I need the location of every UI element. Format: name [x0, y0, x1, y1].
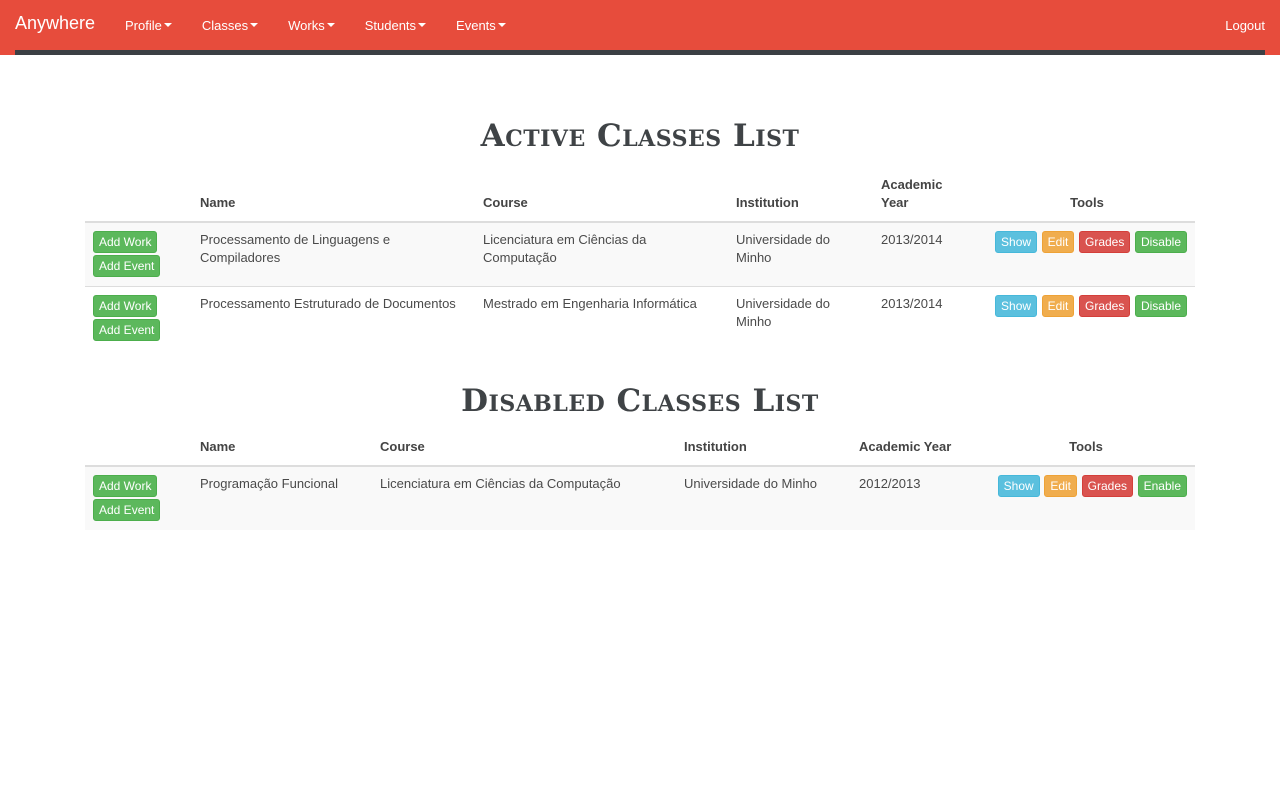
grades-button[interactable]: Grades: [1078, 231, 1131, 253]
show-button[interactable]: Show: [995, 295, 1038, 317]
name-header: Name: [192, 432, 372, 467]
class-institution: Universidade do Minho: [728, 222, 873, 287]
add-work-button[interactable]: Add Work: [93, 231, 158, 253]
class-institution: Universidade do Minho: [676, 466, 851, 530]
logout-link[interactable]: Logout: [1225, 0, 1265, 50]
add-work-button[interactable]: Add Work: [93, 475, 158, 497]
course-header: Course: [475, 170, 728, 223]
nav-events-dropdown[interactable]: Events: [441, 0, 521, 50]
brand-link[interactable]: Anywhere: [15, 13, 95, 34]
active-classes-title: Active Classes List: [480, 118, 800, 154]
add-event-button[interactable]: Add Event: [93, 319, 161, 341]
caret-down-icon: [497, 23, 506, 27]
row-actions: Add Work Add Event: [85, 222, 192, 287]
class-year: 2013/2014: [873, 286, 979, 350]
row-actions: Add Work Add Event: [85, 466, 192, 530]
edit-button[interactable]: Edit: [1041, 295, 1075, 317]
nav-works-label: Works: [288, 17, 325, 33]
row-tools: Show Edit Grades Disable: [979, 222, 1195, 287]
caret-down-icon: [326, 23, 335, 27]
year-header: Academic Year: [873, 170, 979, 223]
grades-button[interactable]: Grades: [1078, 295, 1131, 317]
actions-header: [85, 432, 192, 467]
class-name: Processamento Estruturado de Documentos: [192, 286, 475, 350]
nav-profile-dropdown[interactable]: Profile: [110, 0, 187, 50]
class-name: Processamento de Linguagens e Compilador…: [192, 222, 475, 287]
tools-header: Tools: [977, 432, 1195, 467]
nav-menu: Profile Classes Works Students Events: [110, 0, 521, 50]
nav-profile-label: Profile: [125, 17, 162, 33]
grades-button[interactable]: Grades: [1081, 475, 1133, 497]
disabled-classes-title: Disabled Classes List: [461, 383, 819, 419]
nav-works-dropdown[interactable]: Works: [273, 0, 350, 50]
caret-down-icon: [250, 23, 259, 27]
name-header: Name: [192, 170, 475, 223]
year-header: Academic Year: [851, 432, 977, 467]
disabled-classes-table: Name Course Institution Academic Year To…: [85, 432, 1195, 530]
disable-button[interactable]: Disable: [1134, 231, 1187, 253]
row-tools: Show Edit Grades Enable: [977, 466, 1195, 530]
nav-classes-dropdown[interactable]: Classes: [187, 0, 273, 50]
actions-header: [85, 170, 192, 223]
tools-header: Tools: [979, 170, 1195, 223]
table-row: Add Work Add Event Processamento Estrutu…: [85, 286, 1195, 350]
row-tools: Show Edit Grades Disable: [979, 286, 1195, 350]
add-event-button[interactable]: Add Event: [93, 499, 161, 521]
show-button[interactable]: Show: [997, 475, 1040, 497]
class-institution: Universidade do Minho: [728, 286, 873, 350]
class-course: Licenciatura em Ciências da Computação: [372, 466, 676, 530]
navbar-divider: [15, 50, 1265, 55]
table-row: Add Work Add Event Processamento de Ling…: [85, 222, 1195, 287]
nav-classes-label: Classes: [201, 17, 249, 33]
nav-students-dropdown[interactable]: Students: [350, 0, 441, 50]
institution-header: Institution: [728, 170, 873, 223]
class-name: Programação Funcional: [192, 466, 372, 530]
class-course: Mestrado em Engenharia Informática: [475, 286, 728, 350]
nav-events-label: Events: [456, 17, 496, 33]
class-year: 2013/2014: [873, 222, 979, 287]
add-event-button[interactable]: Add Event: [93, 255, 161, 277]
class-year: 2012/2013: [851, 466, 977, 530]
class-course: Licenciatura em Ciências da Computação: [475, 222, 728, 287]
show-button[interactable]: Show: [995, 231, 1038, 253]
nav-students-label: Students: [364, 17, 417, 33]
top-navbar: Anywhere Profile Classes Works Students …: [0, 0, 1280, 55]
row-actions: Add Work Add Event: [85, 286, 192, 350]
table-header-row: Name Course Institution Academic Year To…: [85, 170, 1195, 223]
disable-button[interactable]: Disable: [1134, 295, 1187, 317]
caret-down-icon: [418, 23, 427, 27]
edit-button[interactable]: Edit: [1044, 475, 1078, 497]
caret-down-icon: [163, 23, 172, 27]
table-row: Add Work Add Event Programação Funcional…: [85, 466, 1195, 530]
table-header-row: Name Course Institution Academic Year To…: [85, 432, 1195, 467]
course-header: Course: [372, 432, 676, 467]
active-classes-table: Name Course Institution Academic Year To…: [85, 170, 1195, 350]
add-work-button[interactable]: Add Work: [93, 295, 158, 317]
enable-button[interactable]: Enable: [1137, 475, 1187, 497]
institution-header: Institution: [676, 432, 851, 467]
edit-button[interactable]: Edit: [1041, 231, 1075, 253]
